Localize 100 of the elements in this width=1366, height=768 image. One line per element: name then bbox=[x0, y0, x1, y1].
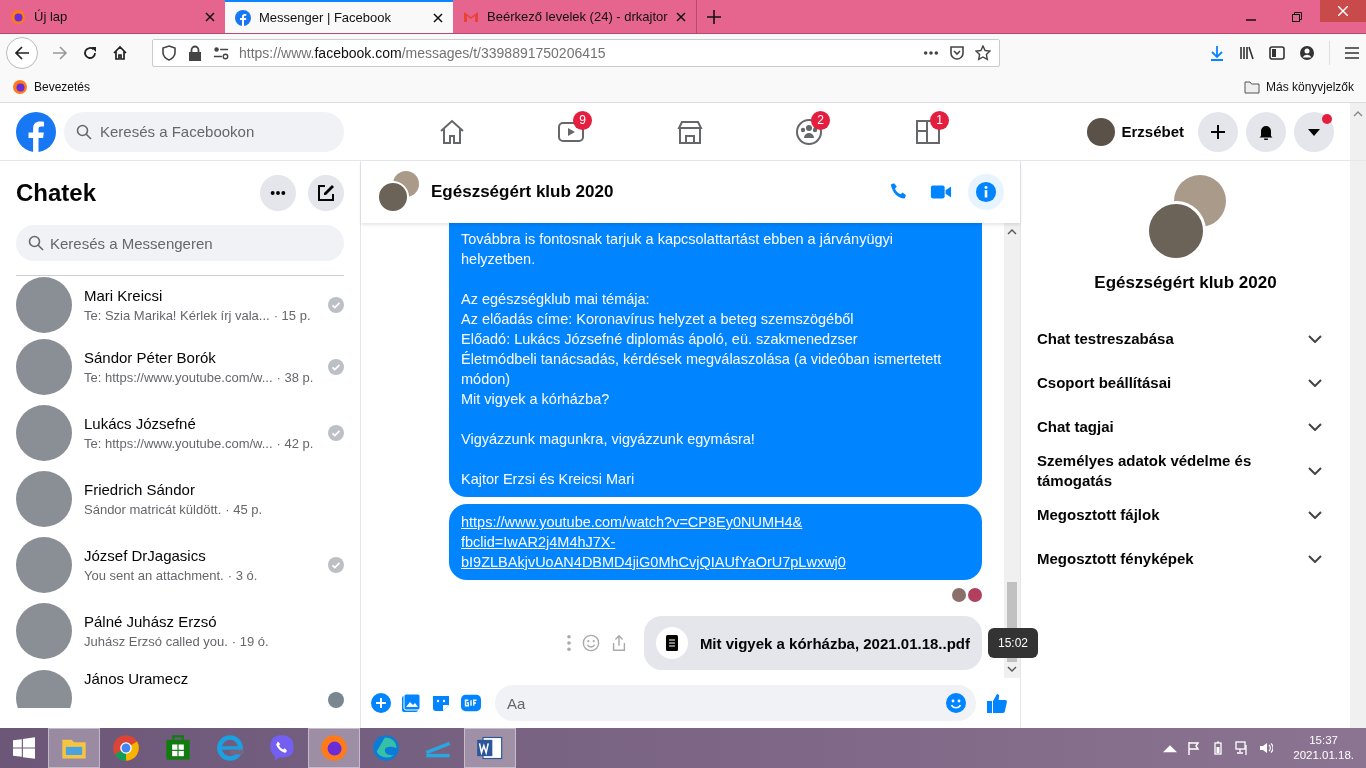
message-link[interactable]: https://www.youtube.com/watch?v=CP8Ey0NUMH4& bbox=[461, 512, 803, 532]
smiley-icon[interactable] bbox=[946, 693, 966, 713]
nav-tab[interactable]: 2 bbox=[749, 105, 868, 158]
sticker-icon[interactable] bbox=[431, 693, 451, 713]
message-text: Továbbra is fontosnak tarjuk a kapcsolattartást ebben a járványügyi helyzetben. bbox=[461, 230, 895, 269]
firefox-icon bbox=[12, 79, 28, 95]
pocket-icon[interactable] bbox=[949, 45, 965, 61]
home-icon[interactable] bbox=[112, 45, 128, 61]
plus-icon[interactable] bbox=[371, 693, 391, 713]
bell-icon bbox=[1258, 123, 1274, 140]
close-icon[interactable] bbox=[205, 11, 215, 22]
message-preview: Juhász Erzsó called you. bbox=[84, 634, 228, 649]
sidebar-icon[interactable] bbox=[1269, 45, 1285, 61]
info-icon bbox=[975, 181, 997, 203]
details-section[interactable]: Chat testreszabása bbox=[1037, 317, 1334, 361]
star-icon[interactable] bbox=[975, 45, 991, 61]
shield-icon bbox=[161, 45, 177, 61]
more-options-icon[interactable] bbox=[565, 634, 572, 652]
message-text: Mit vigyek a kórházba? bbox=[461, 390, 611, 409]
search-field[interactable]: Keresés a Facebookon bbox=[64, 111, 344, 152]
reload-icon[interactable] bbox=[82, 45, 98, 61]
info-button[interactable] bbox=[968, 174, 1004, 210]
chat-item[interactable]: Mari Kreicsi Te: Szia Marika! Kérlek írj vala... · 15 p. bbox=[16, 276, 344, 334]
create-button[interactable] bbox=[1198, 111, 1238, 152]
options-button[interactable] bbox=[260, 175, 296, 211]
firefox-icon bbox=[320, 734, 348, 762]
network-icon[interactable] bbox=[1235, 741, 1250, 755]
message-link[interactable]: fbclid=IwAR2j4M4hJ7X- bbox=[461, 532, 616, 552]
image-icon[interactable] bbox=[401, 693, 421, 713]
scroll-up-icon[interactable] bbox=[1007, 229, 1017, 235]
more-icon bbox=[270, 190, 286, 196]
library-icon[interactable] bbox=[1239, 45, 1255, 61]
chat-item[interactable]: Friedrich Sándor Sándor matricát küldött. · 45 p. bbox=[16, 466, 344, 532]
chat-item[interactable]: József DrJagasics You sent an attachment. · 3 ó. bbox=[16, 532, 344, 598]
new-message-button[interactable] bbox=[308, 175, 344, 211]
account-menu-button[interactable] bbox=[1294, 111, 1334, 152]
chat-item[interactable]: János Uramecz bbox=[16, 664, 344, 708]
browser-tab[interactable]: Beérkező levelek (24) - drkajtor bbox=[453, 0, 696, 33]
other-bookmarks-link[interactable]: Más könyvjelzők bbox=[1243, 79, 1354, 95]
account-icon[interactable] bbox=[1299, 45, 1315, 61]
message-text: Előadó: Lukács Józsefné diplomás ápoló, eü. szakmenedzser bbox=[461, 330, 859, 349]
message-time: · 38 p. bbox=[276, 370, 314, 385]
taskbar-app[interactable] bbox=[464, 728, 516, 768]
avatar-photo-placeholder bbox=[16, 603, 72, 659]
chat-item[interactable]: Sándor Péter Borók Te: https://www.youtube.com/w... · 38 p. bbox=[16, 334, 344, 400]
contact-name: Sándor Péter Borók bbox=[84, 349, 217, 366]
firefox-icon bbox=[10, 8, 26, 25]
close-icon[interactable] bbox=[675, 11, 686, 22]
message-link[interactable]: bI9ZLBAkjvUoAN4DBMD4jiG0MhCvjQIAUfYaOrU7pLwxwj0 bbox=[461, 552, 846, 572]
group-name: Egészségért klub 2020 bbox=[1094, 273, 1277, 293]
avatar-photo-placeholder bbox=[16, 537, 72, 593]
clock[interactable]: 15:37 2021.01.18. bbox=[1293, 733, 1354, 763]
message-preview: Sándor matricát küldött. bbox=[84, 502, 222, 517]
thumbs-up-icon[interactable] bbox=[986, 692, 1008, 714]
avatar-photo-placeholder bbox=[16, 405, 72, 461]
document-icon bbox=[655, 627, 688, 659]
scroll-up-icon[interactable] bbox=[1353, 111, 1363, 117]
message-time: · 19 ó. bbox=[231, 634, 269, 649]
nav-tab[interactable]: 1 bbox=[868, 105, 987, 158]
gif-icon[interactable] bbox=[461, 693, 481, 713]
message-preview: Te: Szia Marika! Kérlek írj vala... bbox=[84, 308, 270, 323]
profile-link[interactable]: Erzsébet bbox=[1087, 117, 1184, 146]
seen-avatar-photo-placeholder bbox=[968, 588, 982, 602]
smiley-icon[interactable] bbox=[581, 634, 600, 652]
file-attachment[interactable]: Mit vigyek a kórházba, 2021.01.18..pdf bbox=[643, 616, 982, 670]
scrollbar[interactable] bbox=[1350, 161, 1366, 728]
avatar-photo-placeholder bbox=[16, 339, 72, 395]
notifications-button[interactable] bbox=[1246, 111, 1286, 152]
bookmark-link[interactable]: Bevezetés bbox=[12, 79, 91, 95]
taskbar-app[interactable] bbox=[308, 728, 360, 768]
chat-item[interactable]: Pálné Juhász Erzsó Juhász Erzsó called you. · 19 ó. bbox=[16, 598, 344, 664]
message-text: Az előadás címe: Koronavírus helyzet a beteg szemszögéből bbox=[461, 310, 855, 329]
browser-tab[interactable]: Új lap bbox=[0, 0, 225, 33]
volume-icon[interactable] bbox=[1259, 741, 1274, 755]
nav-tab[interactable]: 9 bbox=[511, 105, 630, 158]
menu-icon[interactable] bbox=[1344, 45, 1360, 61]
conversation-title: Egészségért klub 2020 bbox=[431, 182, 614, 202]
details-section[interactable]: Csoport beállításai bbox=[1037, 361, 1334, 405]
details-section[interactable]: Megosztott fájlok bbox=[1037, 493, 1334, 537]
chat-item[interactable]: Lukács Józsefné Te: https://www.youtube.com/w... · 42 p. bbox=[16, 400, 344, 466]
url-text: https://www.facebook.com/messages/t/3398891750206415 bbox=[239, 45, 606, 61]
search-field[interactable]: Keresés a Messengeren bbox=[16, 225, 344, 261]
message-preview: You sent an attachment. bbox=[84, 568, 224, 583]
browser-tab[interactable]: Messenger | Facebook bbox=[225, 0, 453, 33]
forward-icon[interactable] bbox=[52, 45, 68, 61]
close-icon[interactable] bbox=[433, 12, 443, 23]
details-section[interactable]: Megosztott fényképek bbox=[1037, 537, 1334, 581]
message-text: Vigyázzunk magunkra, vigyázzunk egymásra! bbox=[461, 430, 756, 449]
facebook-icon bbox=[235, 9, 251, 26]
download-icon[interactable] bbox=[1209, 45, 1225, 61]
chats-title: Chatek bbox=[16, 179, 97, 207]
flag-icon[interactable] bbox=[1187, 741, 1202, 755]
facebook-logo[interactable] bbox=[16, 111, 56, 152]
address-bar[interactable]: https://www.facebook.com/messages/t/3398891750206415 bbox=[152, 39, 1000, 67]
word-icon bbox=[476, 734, 504, 762]
message-input[interactable]: Aa bbox=[495, 685, 976, 721]
details-section[interactable]: Személyes adatok védelme és támogatás bbox=[1037, 449, 1334, 493]
scroll-down-icon[interactable] bbox=[1007, 666, 1017, 672]
back-icon[interactable] bbox=[6, 37, 38, 69]
details-section[interactable]: Chat tagjai bbox=[1037, 405, 1334, 449]
